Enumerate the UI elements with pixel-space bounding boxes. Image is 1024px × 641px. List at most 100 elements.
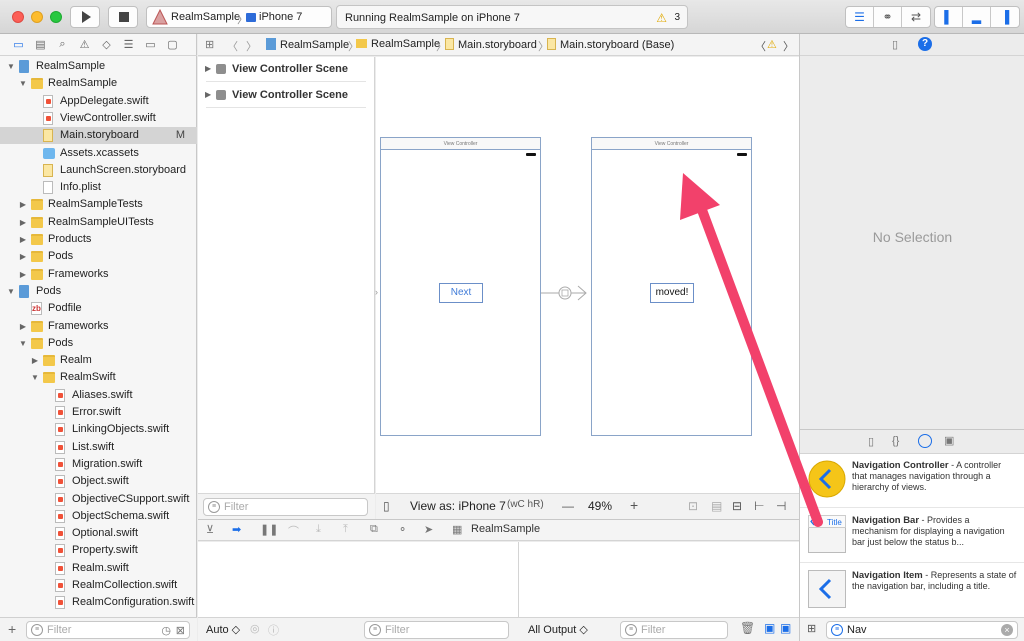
tree-row[interactable]: ObjectSchema.swift [0,508,197,525]
crumb-project[interactable]: RealmSample [266,38,349,51]
add-icon[interactable]: + [8,621,16,637]
project-navigator-icon[interactable]: ▭ [12,38,25,51]
disclosure-triangle-icon[interactable]: ▶ [18,214,28,231]
disclosure-triangle-icon[interactable]: ▼ [18,335,28,352]
library-item-navigation-controller[interactable]: Navigation Controller - A controller tha… [800,454,1024,508]
tree-row[interactable]: ▶ Realm [0,352,197,369]
disclosure-triangle-icon[interactable]: ▶ [18,196,28,213]
tree-row[interactable]: RealmCollection.swift [0,577,197,594]
memory-graph-icon[interactable]: ⚬ [398,523,407,536]
stop-button[interactable] [108,6,138,28]
quick-look-icon[interactable]: ◎ [250,622,260,635]
console-output-select[interactable]: All Output ◇ [528,623,588,636]
forward-icon[interactable]: 〉 [246,38,257,54]
step-into-icon[interactable]: ⤓ [316,523,321,536]
warning-icon[interactable]: ⚠ [656,11,667,25]
tree-row[interactable]: Property.swift [0,542,197,559]
test-navigator-icon[interactable]: ◇ [100,38,113,51]
moved-label[interactable]: moved! [650,283,694,303]
tree-row[interactable]: ▶ Frameworks [0,318,197,335]
tree-row[interactable]: ▶ Frameworks [0,266,197,283]
find-navigator-icon[interactable]: ⌕ [56,38,69,51]
tree-row[interactable]: Optional.swift [0,525,197,542]
tree-row[interactable]: Podfile [0,300,197,317]
tree-row[interactable]: Info.plist [0,179,197,196]
previous-issue-icon[interactable]: 〈 [755,38,766,54]
disclosure-triangle-icon[interactable]: ▼ [30,369,40,386]
split-view-right-icon[interactable]: ▣ [780,621,791,635]
resolve-issues-icon[interactable]: ⊣ [776,499,786,513]
disclosure-triangle-icon[interactable]: ▶ [18,231,28,248]
navigator-filter-input[interactable]: ≡ Filter ◷ ⊠ [26,621,190,639]
issue-navigator-icon[interactable]: ⚠ [78,38,91,51]
warning-count[interactable]: 3 [674,12,680,23]
tree-row[interactable]: ▼ Pods [0,335,197,352]
tree-row[interactable]: Migration.swift [0,456,197,473]
variables-scope-select[interactable]: Auto ◇ [206,623,240,636]
tree-row[interactable]: Main.storyboard M [0,127,197,145]
debug-navigator-icon[interactable]: ☰ [122,38,135,51]
tree-row[interactable]: LinkingObjects.swift [0,421,197,438]
crumb-localization[interactable]: Main.storyboard (Base) [547,38,674,51]
variables-filter-input[interactable]: ≡ Filter [364,621,509,639]
console-filter-input[interactable]: ≡ Filter [620,621,728,639]
object-library-icon[interactable] [918,434,932,448]
disclosure-triangle-icon[interactable]: ▶ [18,248,28,265]
view-debugger-icon[interactable]: ⧉ [370,523,378,536]
zoom-in-button[interactable]: + [630,497,638,513]
breakpoints-toggle-icon[interactable]: ➡ [232,523,241,536]
view-controller-scene-1[interactable]: View Controller Next [380,137,541,436]
file-inspector-icon[interactable]: ▯ [892,38,898,51]
tree-row[interactable]: List.swift [0,439,197,456]
file-template-library-icon[interactable]: ▯ [868,435,874,448]
disclosure-triangle-icon[interactable]: ▶ [30,352,40,369]
tree-row[interactable]: ▶ RealmSampleTests [0,196,197,213]
split-view-left-icon[interactable]: ▣ [764,621,775,635]
tree-row[interactable]: ▼ RealmSample [0,58,197,75]
align-icon[interactable]: ⊟ [732,499,742,513]
tree-row[interactable]: Aliases.swift [0,387,197,404]
segue-arrow[interactable] [541,282,591,304]
disclosure-triangle-icon[interactable]: ▼ [6,58,16,75]
disclosure-triangle-icon[interactable]: ▶ [205,85,211,105]
outline-filter-input[interactable]: ≡ Filter [203,498,368,516]
scene-row[interactable]: ▶ View Controller Scene [198,59,375,79]
tree-row[interactable]: ▼ Pods [0,283,197,300]
related-items-icon[interactable]: ⊞ [205,38,214,51]
tree-row[interactable]: LaunchScreen.storyboard [0,162,197,179]
tree-row[interactable]: ▼ RealmSwift [0,369,197,386]
grid-view-icon[interactable]: ⊞ [807,622,816,635]
minimize-window-button[interactable] [31,11,43,23]
scene-row[interactable]: ▶ View Controller Scene [198,85,375,105]
step-over-icon[interactable]: ⌒ [288,523,299,539]
media-library-icon[interactable]: ▣ [944,434,954,447]
view-as-label[interactable]: View as: iPhone 7 [410,499,506,513]
report-navigator-icon[interactable]: ▢ [166,38,179,51]
document-outline-toggle-icon[interactable]: ▯ [383,499,390,513]
crumb-group[interactable]: RealmSample [356,38,440,50]
navigator-toggle-icon[interactable]: ▌ [935,7,963,27]
tree-row[interactable]: ▼ RealmSample [0,75,197,92]
assistant-editor-icon[interactable]: ⚭ [874,7,902,27]
disclosure-triangle-icon[interactable]: ▶ [18,266,28,283]
step-out-icon[interactable]: ⤒ [343,523,348,536]
tree-row[interactable]: RealmConfiguration.swift [0,594,197,611]
update-frames-icon[interactable]: ⊡ [688,499,698,513]
crumb-file[interactable]: Main.storyboard [445,38,537,51]
pause-icon[interactable]: ❚❚ [260,523,278,536]
standard-editor-icon[interactable]: ☰ [846,7,874,27]
tree-row[interactable]: Realm.swift [0,560,197,577]
tree-row[interactable]: ViewController.swift [0,110,197,127]
clear-search-icon[interactable]: × [1001,624,1013,636]
run-button[interactable] [70,6,100,28]
recent-files-icon[interactable]: ◷ [161,623,171,639]
zoom-out-button[interactable]: — [562,499,574,513]
debug-target-label[interactable]: RealmSample [471,523,540,535]
symbol-navigator-icon[interactable]: ▤ [34,38,47,51]
tree-row[interactable]: ▶ RealmSampleUITests [0,214,197,231]
close-window-button[interactable] [12,11,24,23]
tree-row[interactable]: AppDelegate.swift [0,93,197,110]
tree-row[interactable]: ObjectiveCSupport.swift [0,491,197,508]
tree-row[interactable]: Error.swift [0,404,197,421]
tree-row[interactable]: Object.swift [0,473,197,490]
